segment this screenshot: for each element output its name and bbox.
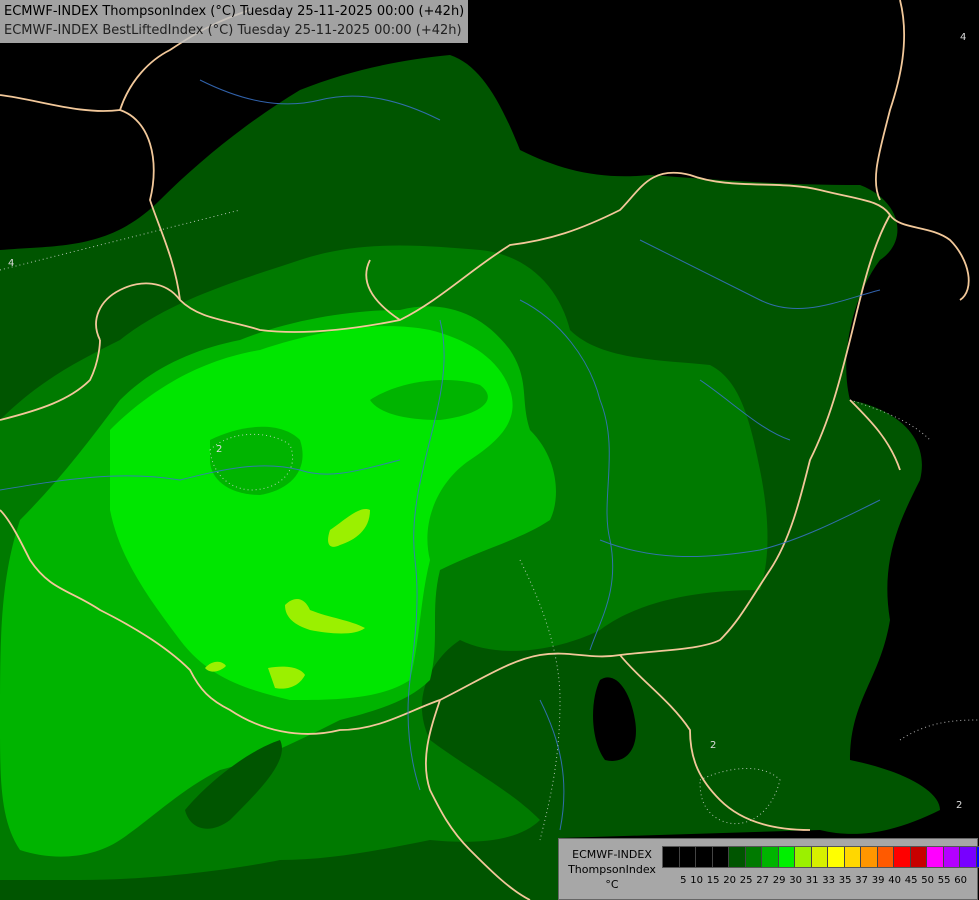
legend-tick-label: 55 bbox=[937, 875, 951, 886]
legend-swatch bbox=[811, 847, 828, 867]
legend-swatch bbox=[877, 847, 894, 867]
weather-map: 4 2 4 2 2 bbox=[0, 0, 979, 900]
legend-swatch bbox=[679, 847, 696, 867]
legend-swatch bbox=[778, 847, 795, 867]
legend-swatch bbox=[795, 847, 812, 867]
legend-swatch bbox=[696, 847, 713, 867]
color-legend: ECMWF-INDEX ThompsonIndex °C 5 10 15 20 25 27… bbox=[558, 838, 979, 900]
legend-tick-label: 10 bbox=[690, 875, 703, 886]
legend-swatch bbox=[894, 847, 911, 867]
header-line-1: ECMWF-INDEX ThompsonIndex (°C) Tuesday 2… bbox=[4, 4, 465, 19]
contour-label-2-center: 2 bbox=[216, 444, 222, 455]
contour-label-2-se: 2 bbox=[956, 800, 962, 811]
legend-tick-label: 20 bbox=[723, 875, 736, 886]
legend-tick-label: 29 bbox=[772, 875, 786, 886]
legend-tick-label: 15 bbox=[706, 875, 720, 886]
legend-tick-label: 30 bbox=[789, 875, 802, 886]
legend-tick-label: 33 bbox=[822, 875, 835, 886]
legend-swatch bbox=[844, 847, 861, 867]
legend-tick-label: 60 bbox=[954, 875, 967, 886]
legend-swatch bbox=[960, 847, 977, 867]
legend-tick-label: 39 bbox=[871, 875, 885, 886]
legend-tick-label: 35 bbox=[838, 875, 852, 886]
legend-swatch bbox=[663, 847, 680, 867]
legend-swatch bbox=[910, 847, 927, 867]
legend-tick-label: 31 bbox=[805, 875, 819, 886]
legend-swatch bbox=[828, 847, 845, 867]
legend-swatch bbox=[712, 847, 729, 867]
legend-tick-label: 5 bbox=[680, 875, 687, 886]
legend-tick-label: 45 bbox=[904, 875, 918, 886]
legend-swatch bbox=[943, 847, 960, 867]
legend-ticks: 5 10 15 20 25 27 29 30 31 33 35 37 39 40 45 50 55 60 bbox=[662, 875, 967, 886]
contour-label-4-ne: 4 bbox=[960, 32, 966, 43]
contour-label-2-s: 2 bbox=[710, 740, 716, 751]
header-line-2: ECMWF-INDEX BestLiftedIndex (°C) Tuesday… bbox=[4, 23, 462, 38]
legend-swatch bbox=[729, 847, 746, 867]
legend-title-line-2: ThompsonIndex bbox=[568, 863, 656, 876]
legend-swatches bbox=[662, 846, 979, 868]
legend-tick-label: 27 bbox=[756, 875, 769, 886]
legend-title-line-1: ECMWF-INDEX bbox=[572, 848, 652, 861]
legend-swatch bbox=[745, 847, 762, 867]
legend-swatch bbox=[927, 847, 944, 867]
legend-tick-label: 25 bbox=[739, 875, 753, 886]
legend-swatch bbox=[762, 847, 779, 867]
contour-label-4-west: 4 bbox=[8, 258, 14, 269]
legend-title: ECMWF-INDEX ThompsonIndex °C bbox=[563, 847, 661, 892]
legend-title-unit: °C bbox=[605, 878, 619, 891]
legend-swatch bbox=[861, 847, 878, 867]
map-header: ECMWF-INDEX ThompsonIndex (°C) Tuesday 2… bbox=[0, 0, 469, 43]
legend-tick-label: 50 bbox=[921, 875, 934, 886]
legend-tick-label: 40 bbox=[888, 875, 901, 886]
legend-tick-label: 37 bbox=[855, 875, 868, 886]
